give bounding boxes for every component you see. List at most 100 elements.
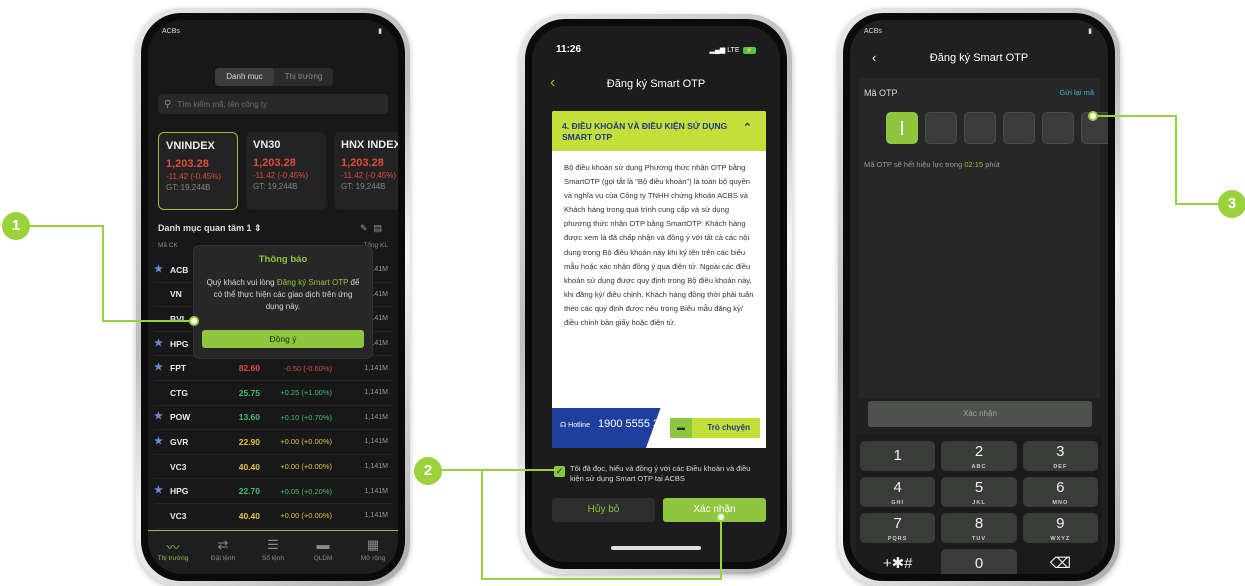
- star-icon[interactable]: ★: [154, 411, 163, 422]
- otp-input[interactable]: [886, 112, 1108, 144]
- confirm-button[interactable]: Xác nhận: [868, 401, 1092, 427]
- hotline-number[interactable]: 1900 5555 33: [598, 418, 665, 430]
- resend-link[interactable]: Gửi lại mã: [1059, 88, 1094, 97]
- search-icon: ⚲: [164, 98, 172, 110]
- index-name: VN30: [253, 139, 281, 151]
- network-label: LTE: [727, 47, 740, 54]
- table-row[interactable]: VC3 40.40 +0.00 (+0.00%) 1,141M: [154, 455, 392, 480]
- tab-portfolio[interactable]: ▬ QLDM: [298, 531, 348, 574]
- otp-digit-box[interactable]: [886, 112, 918, 144]
- key-9[interactable]: 9 WXYZ: [1022, 513, 1098, 543]
- agree-checkbox[interactable]: ✓: [554, 466, 565, 477]
- star-icon[interactable]: ★: [154, 436, 163, 447]
- key-letters: ABC: [971, 464, 987, 470]
- search-placeholder: Tìm kiếm mã, tên công ty: [177, 99, 268, 109]
- carrier-label: ACBs: [864, 27, 882, 35]
- index-card[interactable]: VN30 1,203.28 -11.42 (-0.45%) GT: 19,244…: [246, 132, 326, 210]
- row-volume: 1,141M: [364, 487, 388, 495]
- chat-button[interactable]: ▬ Trò chuyện: [670, 418, 760, 438]
- symbol-text: CTG: [170, 387, 188, 398]
- key-digit: 1: [893, 447, 902, 464]
- list-icon[interactable]: ▤: [373, 223, 388, 233]
- notice-dialog: Thông báo Quý khách vui lòng Đăng ký Sma…: [194, 246, 372, 358]
- status-bar: ACBs ▮: [162, 24, 382, 38]
- symbols-key[interactable]: +✱#: [860, 549, 935, 574]
- key-6[interactable]: 6 MNO: [1022, 477, 1098, 507]
- star-icon[interactable]: ★: [154, 362, 163, 373]
- otp-expiry: Mã OTP sẽ hết hiệu lực trong 02:15 phút: [864, 160, 1000, 169]
- row-symbol: VC3: [154, 511, 216, 521]
- backspace-key[interactable]: ⌫: [1023, 549, 1098, 574]
- col-symbol: Mã CK: [158, 242, 178, 249]
- row-change: +0.00 (+0.00%): [280, 437, 332, 447]
- agree-row[interactable]: ✓ Tôi đã đọc, hiểu và đồng ý với các Điề…: [554, 464, 766, 484]
- search-input[interactable]: ⚲ Tìm kiếm mã, tên công ty: [158, 94, 388, 114]
- segment-control[interactable]: Danh mục Thị trường: [215, 68, 333, 86]
- index-card[interactable]: HNX INDEX 1,203.28 -11.42 (-0.45%) GT: 1…: [334, 132, 398, 210]
- dialog-msg-highlight: Đăng ký Smart OTP: [276, 278, 349, 287]
- key-digit: 8: [974, 515, 984, 532]
- star-icon[interactable]: ★: [154, 338, 163, 349]
- tab-more[interactable]: ▦ Mở rộng: [348, 531, 398, 574]
- hotline-label-text: Hotline: [568, 422, 590, 429]
- otp-label: Mã OTP: [864, 88, 898, 98]
- accordion-header[interactable]: 4. ĐIỀU KHOẢN VÀ ĐIỀU KIỆN SỬ DỤNG SMART…: [552, 111, 766, 151]
- row-symbol: ★ FPT: [154, 362, 216, 374]
- star-icon[interactable]: ★: [154, 485, 163, 496]
- row-change: -0.50 (-0.60%): [284, 363, 332, 373]
- row-price: 40.40: [238, 461, 260, 472]
- table-row[interactable]: ★ FPT 82.60 -0.50 (-0.60%) 1,141M: [154, 356, 392, 381]
- connector-line: [441, 469, 555, 471]
- table-row[interactable]: VC3 40.40 +0.00 (+0.00%) 1,141M: [154, 504, 392, 529]
- edit-icon[interactable]: ✎: [360, 223, 374, 233]
- key-0[interactable]: 0: [941, 549, 1017, 574]
- symbol-text: FPT: [170, 363, 187, 374]
- bottom-tabbar: 〰 Thị trường ⇄ Đặt lệnh ☰ Sổ lệnh ▬ QLDM ▦ Mở…: [148, 530, 398, 574]
- phone-market: ACBs ▮ Danh mục Thị trường ⚲ Tìm kiếm mã…: [136, 8, 410, 586]
- segment-market[interactable]: Thị trường: [274, 68, 333, 86]
- connector-line: [1175, 115, 1177, 205]
- tab-order[interactable]: ⇄ Đặt lệnh: [198, 531, 248, 574]
- folder-icon: ▬: [316, 537, 330, 552]
- row-change: +0.00 (+0.00%): [280, 462, 332, 472]
- index-card[interactable]: VNINDEX 1,203.28 -11.42 (-0.45%) GT: 19,…: [158, 132, 238, 210]
- cancel-button[interactable]: Hủy bỏ: [552, 498, 655, 522]
- grid-icon: ▦: [366, 537, 380, 552]
- carrier-label: ACBs: [162, 27, 180, 35]
- key-5[interactable]: 5 JKL: [941, 477, 1017, 507]
- key-1[interactable]: 1: [860, 441, 936, 471]
- symbol-text: ACB: [170, 264, 189, 275]
- hotline-banner: ☊ Hotline 1900 5555 33 ▬ Trò chuyện: [552, 408, 766, 448]
- hotline-label: ☊ Hotline: [560, 421, 590, 429]
- tab-orderbook[interactable]: ☰ Sổ lệnh: [248, 531, 298, 574]
- key-4[interactable]: 4 GHI: [860, 477, 936, 507]
- key-3[interactable]: 3 DEF: [1022, 441, 1098, 471]
- table-row[interactable]: ★ HPG 22.70 +0.05 (+0.20%) 1,141M: [154, 479, 392, 504]
- dialog-title: Thông báo: [258, 254, 308, 265]
- key-8[interactable]: 8 TUV: [941, 513, 1017, 543]
- table-row[interactable]: ★ GVR 22.90 +0.00 (+0.00%) 1,141M: [154, 430, 392, 455]
- key-7[interactable]: 7 PQRS: [860, 513, 936, 543]
- chevron-up-icon[interactable]: ⌃: [743, 123, 752, 134]
- key-letters: WXYZ: [1050, 536, 1071, 542]
- chart-icon: 〰: [166, 540, 180, 555]
- table-row[interactable]: ★ POW 13.60 +0.10 (+0.70%) 1,141M: [154, 406, 392, 431]
- segment-portfolio[interactable]: Danh mục: [215, 68, 274, 86]
- row-change: +0.05 (+0.20%): [280, 486, 332, 496]
- connector-line: [481, 469, 483, 580]
- tab-label: Mở rộng: [360, 555, 386, 562]
- tab-market[interactable]: 〰 Thị trường: [148, 531, 198, 574]
- table-row[interactable]: CTG 25.75 +0.25 (+1.00%) 1,141M: [154, 381, 392, 406]
- otp-digit-box[interactable]: [1042, 112, 1074, 144]
- agree-button[interactable]: Đồng ý: [202, 330, 364, 348]
- otp-digit-box[interactable]: [964, 112, 996, 144]
- confirm-button[interactable]: Xác nhận: [663, 498, 766, 522]
- key-2[interactable]: 2 ABC: [941, 441, 1017, 471]
- otp-digit-box[interactable]: [925, 112, 957, 144]
- star-icon[interactable]: ★: [154, 264, 163, 275]
- watchlist-tools: ✎▤: [360, 223, 388, 234]
- watchlist-header[interactable]: Danh mục quan tâm 1 ⇕ ✎▤: [158, 223, 388, 234]
- home-indicator[interactable]: [611, 546, 701, 550]
- pointer-dot: [716, 512, 726, 522]
- otp-digit-box[interactable]: [1003, 112, 1035, 144]
